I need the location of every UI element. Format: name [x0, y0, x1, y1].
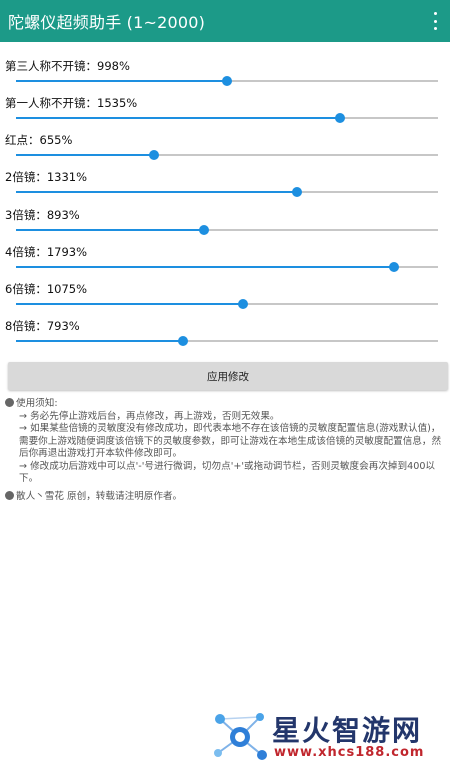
watermark-name: 星火智游网 — [272, 714, 423, 747]
slider-thumb[interactable] — [334, 113, 345, 123]
apply-button[interactable]: 应用修改 — [8, 362, 448, 390]
slider-thumb[interactable] — [149, 150, 160, 160]
slider-fill — [16, 80, 227, 82]
slider-label: 4倍镜：1793% — [5, 245, 88, 259]
slider-row: 6倍镜：1075% — [0, 281, 450, 317]
notes-heading: 使用须知: — [16, 398, 58, 409]
slider-track[interactable] — [16, 150, 438, 160]
slider-row: 红点：655% — [0, 132, 450, 168]
slider-thumb[interactable] — [199, 225, 210, 235]
slider-label: 6倍镜：1075% — [5, 282, 88, 296]
slider-thumb[interactable] — [221, 76, 232, 86]
more-vert-icon[interactable] — [428, 12, 442, 30]
slider-track[interactable] — [16, 336, 438, 346]
slider-fill — [16, 229, 205, 231]
slider-label: 红点：655% — [5, 133, 73, 147]
note-item-1: → 务必先停止游戏后台，再点修改，再上游戏，否则无效果。 — [19, 410, 280, 422]
bullet-icon — [5, 398, 14, 407]
slider-label: 第一人称不开镜：1535% — [5, 96, 138, 110]
slider-track[interactable] — [16, 113, 438, 123]
app-title: 陀螺仪超频助手 (1~2000) — [8, 13, 206, 32]
slider-row: 8倍镜：793% — [0, 318, 450, 354]
slider-thumb[interactable] — [291, 187, 302, 197]
slider-row: 3倍镜：893% — [0, 207, 450, 243]
slider-track[interactable] — [16, 187, 438, 197]
slider-row: 第一人称不开镜：1535% — [0, 95, 450, 131]
slider-row: 2倍镜：1331% — [0, 169, 450, 205]
slider-label: 2倍镜：1331% — [5, 170, 88, 184]
site-watermark: 星火智游网 www.xhcs188.com — [210, 705, 450, 766]
slider-fill — [16, 340, 184, 342]
slider-label: 第三人称不开镜：998% — [5, 59, 130, 73]
molecule-logo-icon — [214, 713, 267, 760]
slider-track[interactable] — [16, 76, 438, 86]
slider-fill — [16, 154, 155, 156]
author-credit: 散人丶雪花 原创，转载请注明原作者。 — [16, 490, 183, 502]
slider-fill — [16, 303, 243, 305]
note-item-3: → 修改成功后游戏中可以点'-'号进行微调，切勿点'+'或拖动调节栏，否则灵敏度… — [19, 460, 436, 485]
slider-label: 3倍镜：893% — [5, 208, 80, 222]
slider-label: 8倍镜：793% — [5, 319, 80, 333]
watermark-url: www.xhcs188.com — [274, 745, 425, 760]
slider-thumb[interactable] — [389, 262, 400, 272]
slider-track[interactable] — [16, 299, 438, 309]
note-item-2: → 如果某些倍镜的灵敏度没有修改成功，即代表本地不存在该倍镜的灵敏度配置信息(游… — [19, 423, 442, 459]
slider-fill — [16, 117, 340, 119]
slider-thumb[interactable] — [178, 336, 189, 346]
slider-track[interactable] — [16, 225, 438, 235]
slider-fill — [16, 266, 395, 268]
slider-track[interactable] — [16, 262, 438, 272]
slider-fill — [16, 191, 297, 193]
slider-row: 4倍镜：1793% — [0, 244, 450, 280]
slider-thumb[interactable] — [237, 299, 248, 309]
app-bar: 陀螺仪超频助手 (1~2000) — [0, 0, 450, 42]
usage-notes: 使用须知: → 务必先停止游戏后台，再点修改，再上游戏，否则无效果。 → 如果某… — [5, 398, 445, 503]
bullet-icon — [5, 490, 14, 500]
slider-row: 第三人称不开镜：998% — [0, 58, 450, 94]
